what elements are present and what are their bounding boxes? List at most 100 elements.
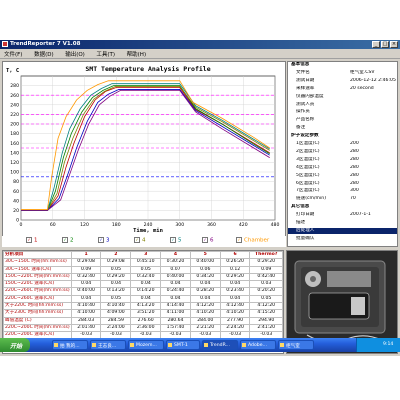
table-row[interactable]: 220C~260C 时间(hh:mm:ss) 0:40:00 0:13:20 0:14… <box>3 287 283 296</box>
table-row[interactable]: 30C~150C 速率(C/s) 0.09 0.05 0.05 0.07 0.06 0.12… <box>3 265 283 274</box>
checkbox-icon[interactable]: ✓ <box>202 237 208 243</box>
property-value: 280 <box>350 164 359 170</box>
x-tick-label: 480 <box>271 222 280 228</box>
property-row[interactable]: 链速(cm/min) 70 <box>288 196 397 203</box>
title-bar[interactable]: TrendReporter 7 V1.08 _ □ × <box>0 40 400 49</box>
property-key: 基本信息 <box>291 62 310 67</box>
y-tick-label: 80 <box>13 179 19 185</box>
menu-help[interactable]: 帮助(H) <box>127 50 146 58</box>
maximize-button[interactable]: □ <box>381 41 389 48</box>
table-cell: 0.12 <box>219 265 251 274</box>
taskbar-item[interactable]: 拍 我的... <box>52 340 88 350</box>
y-tick-label: 180 <box>10 131 19 137</box>
checkbox-icon[interactable]: ✓ <box>236 237 242 243</box>
property-value: 280 <box>350 180 359 186</box>
window-icon <box>204 343 208 347</box>
table-row[interactable]: 150C~220C 速率(C/s) 0.04 0.04 0.04 0.04 0.04 0.0… <box>3 280 283 289</box>
close-button[interactable]: × <box>390 41 398 48</box>
property-row[interactable]: 6区温度(C) 280 <box>288 180 397 188</box>
property-row[interactable]: 打印日期 2007-1-1 <box>288 212 397 219</box>
y-tick-label: 100 <box>10 170 19 176</box>
property-key: 7区温度(C) <box>296 188 320 194</box>
table-header-row: 分析项目 1 2 3 4 5 6 Thermo? <box>3 251 283 260</box>
property-key: 6区温度(C) <box>296 180 320 186</box>
table-cell: 0:34:20 <box>189 272 221 282</box>
legend-item[interactable]: ✓ Chamber <box>236 237 269 244</box>
property-row[interactable]: 1区温度(C) 200 <box>288 141 397 148</box>
legend-item[interactable]: ✓ 5 <box>170 237 182 244</box>
table-row[interactable]: 220C~200C 时间(hh:mm:ss) 2:01:40 2:24:00 2:36… <box>3 323 283 333</box>
table-row[interactable]: 峰值温度 (C) 284.03 284.59 276.60 280.64 284.00 27… <box>3 316 283 325</box>
system-tray: 9:14 <box>356 338 400 352</box>
legend-item[interactable]: ✓ 6 <box>202 237 214 244</box>
property-row[interactable]: 后处理人 <box>288 227 397 235</box>
property-value: 2007-1-1 <box>350 212 371 218</box>
property-row[interactable]: 操作员 <box>288 109 397 116</box>
legend-item[interactable]: ✓ 2 <box>62 237 74 244</box>
table-cell: 0:20:20 <box>249 287 283 296</box>
table-row[interactable]: 150C~220C 时间(hh:mm:ss) 0:32:40 0:29:20 0:32… <box>3 272 283 282</box>
taskbar-item[interactable]: 王志良... <box>90 340 126 350</box>
property-row[interactable]: 3区温度(C) 280 <box>288 157 397 164</box>
property-row[interactable]: 2区温度(C) 280 <box>288 149 397 156</box>
table-cell: 0:23:40 <box>219 287 251 296</box>
property-row[interactable]: 5区温度(C) 280 <box>288 172 397 180</box>
property-row[interactable]: 采样速率 20 second <box>288 85 397 93</box>
table-row[interactable]: 220C~260C 速率(C/s) 0.04 0.05 0.04 0.04 0.04 0.0… <box>3 294 283 304</box>
window-icon <box>168 343 172 347</box>
window-icon <box>280 343 284 347</box>
checkbox-icon[interactable]: ✓ <box>98 237 104 243</box>
legend-item[interactable]: ✓ 1 <box>26 237 38 244</box>
taskbar-item[interactable]: 柜气室 <box>278 340 314 350</box>
table-cell: 0.04 <box>160 294 191 304</box>
property-key: 4区温度(C) <box>296 164 320 170</box>
row-label: 30C~150C 时间(hh:mm:ss) <box>3 258 72 267</box>
column-header: 3 <box>130 251 162 260</box>
table-row[interactable]: 大于220C 时间(hh:mm:ss) 4:10:40 4:10:40 4:13:20… <box>3 302 283 311</box>
property-value: 280 <box>350 172 359 178</box>
table-cell: 0:28:20 <box>189 287 221 296</box>
table-cell: 0.04 <box>219 294 251 304</box>
property-row[interactable]: 测试日期 2006-12-12 2:46:05 PM <box>288 78 397 85</box>
taskbar-item[interactable]: Mozem... <box>128 340 164 350</box>
property-row[interactable]: 备注 <box>288 125 397 132</box>
table-cell: 2:36:00 <box>130 323 162 333</box>
property-key: 采样速率 <box>296 85 315 91</box>
taskbar-item[interactable]: Adobe... <box>240 340 276 350</box>
checkbox-icon[interactable]: ✓ <box>26 237 32 243</box>
property-row[interactable]: 文件名 柜气室.CSV <box>288 69 397 77</box>
menu-tools[interactable]: 工具(T) <box>96 50 115 58</box>
property-row[interactable]: 其它信息 <box>288 204 397 211</box>
property-key: 操作员 <box>296 109 310 115</box>
property-row[interactable]: 描述 <box>288 220 397 227</box>
property-row[interactable]: 测试人员 <box>288 102 397 109</box>
minimize-button[interactable]: _ <box>372 41 380 48</box>
checkbox-icon[interactable]: ✓ <box>62 237 68 243</box>
property-row[interactable]: 基本信息 <box>288 62 397 69</box>
property-row[interactable]: 4区温度(C) 280 <box>288 164 397 172</box>
checkbox-icon[interactable]: ✓ <box>134 237 140 243</box>
property-value: 20 second <box>350 85 374 91</box>
property-row[interactable]: 7区温度(C) 300 <box>288 188 397 195</box>
taskbar-item[interactable]: SMT-1 <box>166 340 200 350</box>
start-button[interactable]: 开始 <box>0 338 30 352</box>
property-key: 1区温度(C) <box>296 141 320 146</box>
property-row[interactable]: 仪器内部温度 <box>288 94 397 101</box>
property-row[interactable]: 炉子设定参数 <box>288 133 397 140</box>
menu-output[interactable]: 输出(O) <box>65 50 85 58</box>
table-row[interactable]: 大于230C 时间(hh:mm:ss) 4:10:00 4:09:00 3:51:20… <box>3 309 283 318</box>
property-row[interactable]: 批量确认 <box>288 236 397 243</box>
x-tick-label: 60 <box>50 222 56 228</box>
legend-item[interactable]: ✓ 4 <box>134 237 146 244</box>
menu-file[interactable]: 文件(F) <box>4 50 22 58</box>
checkbox-icon[interactable]: ✓ <box>170 237 176 243</box>
property-value: 柜气室.CSV <box>350 69 375 75</box>
taskbar-item-active[interactable]: TrendR... <box>202 340 238 350</box>
menu-data[interactable]: 数据(D) <box>34 50 54 58</box>
row-label: 220C~260C 时间(hh:mm:ss) <box>3 287 72 296</box>
property-row[interactable]: 产品名称 <box>288 117 397 124</box>
x-tick-label: 180 <box>112 222 121 228</box>
legend-item[interactable]: ✓ 3 <box>98 237 110 244</box>
x-axis-label: Time, min <box>133 228 163 234</box>
table-row[interactable]: 30C~150C 时间(hh:mm:ss) 0:29:08 0:29:08 0:45:… <box>3 258 283 267</box>
